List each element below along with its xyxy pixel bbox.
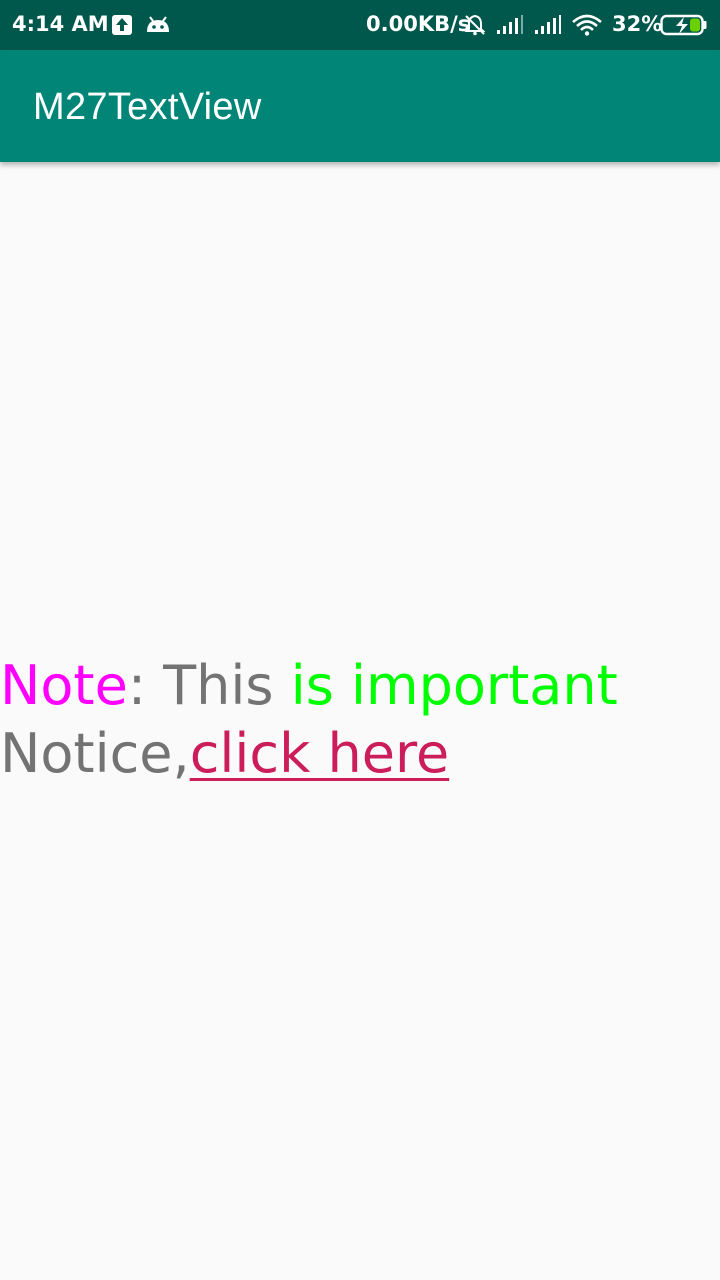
- notice-text: Notice,: [0, 722, 190, 785]
- status-time: 4:14 AM: [12, 12, 109, 36]
- note-word: Note: [0, 654, 128, 717]
- important-text: is important: [290, 654, 618, 717]
- colon-text: : This: [127, 654, 291, 717]
- content-area: Note: This is important Notice,click here: [0, 162, 720, 1280]
- status-bar: 4:14 AM 0.00KB/s 32%: [0, 0, 720, 50]
- signal-icon: [535, 15, 561, 34]
- screen: 4:14 AM 0.00KB/s 32% M27TextView Note: T…: [0, 0, 720, 1280]
- styled-text-view: Note: This is important Notice,click here: [0, 652, 720, 788]
- upload-notification-icon: [112, 15, 132, 35]
- signal-icon: [497, 15, 523, 34]
- network-speed: 0.00KB/s: [366, 12, 471, 36]
- battery-charging-icon: [660, 14, 707, 36]
- app-bar: M27TextView: [0, 50, 720, 162]
- android-debug-icon: [147, 16, 169, 32]
- click-here-link[interactable]: click here: [190, 722, 450, 785]
- app-title: M27TextView: [33, 86, 262, 128]
- wifi-icon: [572, 14, 602, 36]
- battery-percent: 32%: [612, 12, 663, 36]
- bell-muted-icon: [464, 14, 486, 36]
